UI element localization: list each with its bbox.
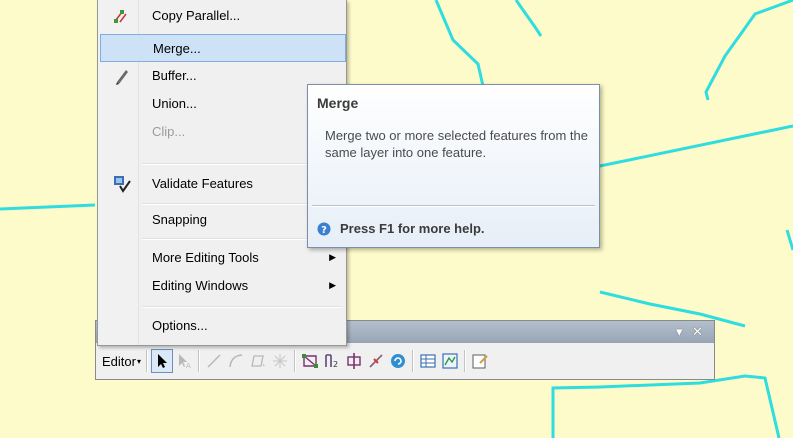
- cut-polygons-icon: [347, 353, 361, 369]
- map-line: [704, 0, 793, 101]
- editor-label: Editor: [102, 353, 136, 369]
- edit-vertices-button[interactable]: [299, 349, 321, 373]
- buffer-pencil-icon: [116, 70, 128, 85]
- edit-annotation-icon: A: [178, 354, 191, 370]
- end-point-arc-icon: [229, 354, 243, 368]
- menu-item-label: Options...: [152, 318, 208, 333]
- cut-polygons-button[interactable]: [343, 349, 365, 373]
- menu-item-label: Snapping: [152, 212, 207, 227]
- rotate-tool-button[interactable]: [387, 349, 409, 373]
- midpoint-button[interactable]: [269, 349, 291, 373]
- map-line: [551, 374, 781, 438]
- svg-text:?: ?: [321, 225, 327, 236]
- menu-item-label: Merge...: [153, 41, 201, 56]
- menu-item-label: Union...: [152, 96, 197, 111]
- menu-item-label: Clip...: [152, 124, 186, 139]
- copy-parallel-icon: [114, 10, 127, 23]
- menu-item-more-editing-tools[interactable]: More Editing Tools ▶: [100, 244, 346, 272]
- tooltip-title: Merge: [317, 95, 359, 111]
- close-icon[interactable]: ✕: [692, 324, 703, 340]
- svg-text:2: 2: [333, 360, 338, 369]
- toolbar-separator: [411, 350, 414, 372]
- toolbar-row: Editor ▾ A 2: [98, 345, 712, 377]
- chevron-down-icon: ▾: [136, 356, 141, 366]
- menu-item-copy-parallel[interactable]: Copy Parallel...: [100, 2, 346, 30]
- edit-annotation-button[interactable]: A: [173, 349, 195, 373]
- rotate-tool-icon: [390, 354, 405, 368]
- menu-item-label: Validate Features: [152, 176, 253, 191]
- reshape-feature-button[interactable]: 2: [321, 349, 343, 373]
- toolbar-separator: [145, 350, 148, 372]
- map-line: [785, 229, 793, 251]
- straight-segment-button[interactable]: [203, 349, 225, 373]
- menu-item-label: Copy Parallel...: [152, 8, 241, 23]
- menu-item-options[interactable]: Options...: [100, 312, 346, 340]
- editor-menu-button[interactable]: Editor ▾: [98, 349, 143, 373]
- construction-tools-button[interactable]: [247, 349, 269, 373]
- validate-features-icon: [114, 176, 131, 193]
- menu-item-label: Editing Windows: [152, 278, 249, 293]
- attributes-button[interactable]: [417, 349, 439, 373]
- map-line: [514, 0, 543, 37]
- pin-dropdown-icon[interactable]: ▾: [676, 324, 683, 340]
- toolbar-separator: [197, 350, 200, 372]
- edit-tool-icon: [157, 354, 167, 368]
- menu-item-merge[interactable]: Merge...: [100, 34, 346, 62]
- toolbar-separator: [293, 350, 296, 372]
- edit-vertices-icon: [301, 354, 318, 368]
- map-line: [0, 203, 96, 211]
- midpoint-icon: [272, 354, 287, 368]
- menu-item-label: More Editing Tools: [152, 250, 259, 265]
- submenu-arrow-icon: ▶: [329, 252, 336, 262]
- split-tool-icon: [369, 354, 383, 368]
- svg-text:A: A: [186, 362, 191, 370]
- sketch-properties-icon: [442, 353, 458, 369]
- attributes-icon: [420, 354, 436, 368]
- sketch-properties-button[interactable]: [439, 349, 461, 373]
- menu-separator: [142, 306, 342, 308]
- construction-tools-icon: [251, 355, 265, 367]
- edit-tool-button[interactable]: [150, 349, 173, 373]
- end-point-arc-button[interactable]: [225, 349, 247, 373]
- menu-item-editing-windows[interactable]: Editing Windows ▶: [100, 272, 346, 300]
- tooltip-help-text: Press F1 for more help.: [340, 221, 485, 236]
- straight-segment-icon: [207, 354, 221, 368]
- menu-item-label: Buffer...: [152, 68, 197, 83]
- help-icon: ?: [317, 222, 331, 236]
- create-features-button[interactable]: [469, 349, 491, 373]
- toolbar-separator: [463, 350, 466, 372]
- create-features-icon: [472, 354, 488, 369]
- split-tool-button[interactable]: [365, 349, 387, 373]
- submenu-arrow-icon: ▶: [329, 280, 336, 290]
- merge-tooltip: Merge Merge two or more selected feature…: [307, 84, 600, 248]
- reshape-feature-icon: 2: [325, 354, 338, 369]
- tooltip-divider: [312, 205, 595, 207]
- tooltip-description: Merge two or more selected features from…: [325, 128, 589, 160]
